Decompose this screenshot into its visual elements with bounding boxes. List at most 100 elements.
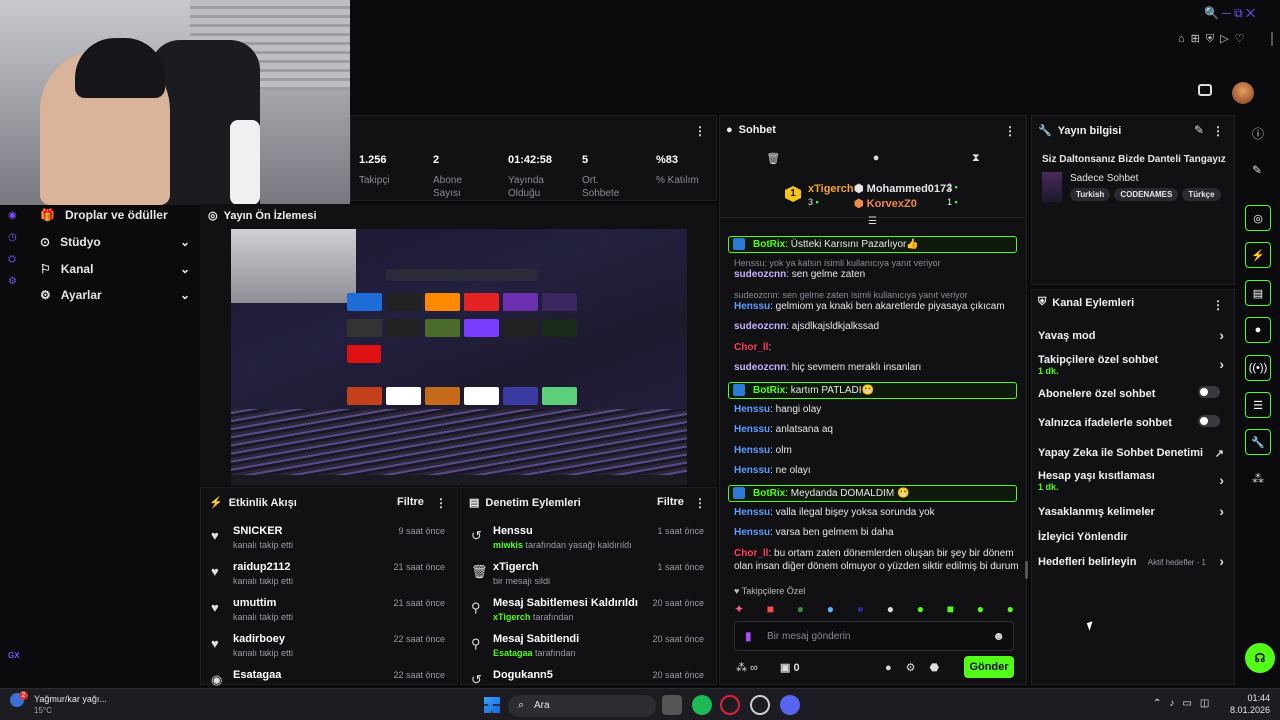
channel-action-item[interactable]: Yasaklanmış kelimeler › [1038,503,1228,519]
chat-username[interactable]: Henssu [734,404,770,415]
chest-counter[interactable]: ▣ 0 [780,661,800,674]
help-button[interactable]: ☊ [1245,643,1275,673]
opera-gx-icon[interactable] [720,695,740,715]
chat-bubble-icon[interactable]: ● [873,152,880,172]
edit-icon[interactable]: ✎ [1194,123,1204,137]
task-view-icon[interactable] [662,695,682,715]
list-rail-button[interactable]: ☰ [1245,392,1271,418]
chat-message[interactable]: Chor_ll: [734,341,1024,354]
trash-icon[interactable]: 🗑 [766,152,780,172]
hourglass-icon[interactable]: ⧗ [972,152,980,172]
chat-username[interactable]: BotRix [753,385,785,396]
chat-actions-icons[interactable]: ●⚙⬣ [885,661,953,674]
doc-rail-button[interactable]: ▤ [1245,280,1271,306]
filter-button[interactable]: Filtre [397,496,424,508]
toggle-switch[interactable] [1198,415,1220,427]
chat-message[interactable]: Henssu: anlatsana aq [734,423,1024,436]
nav-item-settings[interactable]: ⚙ Ayarlar ⌄ [40,285,190,305]
clock-time[interactable]: 01:44 [1240,693,1270,703]
chat-rail-button[interactable]: ● [1245,317,1271,343]
system-tray[interactable]: ⌃♪▭◫ [1153,698,1217,709]
filter-button[interactable]: Filtre [657,496,684,508]
chat-username[interactable]: BotRix [753,239,785,250]
bot-message[interactable]: BotRix: Üstteki Karısını Pazarlıyor👍 [728,236,1017,253]
filter-lines-icon[interactable]: ☰ [868,216,877,227]
event-item[interactable]: ♥ kadirboey kanalı takip etti 22 saat önce [201,630,457,666]
nav-item-channel[interactable]: ⚐ Kanal ⌄ [40,259,190,279]
chat-input[interactable]: ▮ Bir mesaj gönderin ☻ [734,621,1014,651]
chat-message[interactable]: sudeozcnn: sen gelme zaten [734,268,1024,281]
more-icon[interactable]: ⋮ [435,496,447,510]
chat-message[interactable]: sudeozcnn: ajsdlkajsldkjalkssad [734,320,1024,333]
stream-category[interactable]: Sadece Sohbet [1070,173,1138,184]
nav-item-studio[interactable]: ⊙ Stüdyo ⌄ [40,232,190,252]
mic-icon[interactable]: ▮ [745,629,752,643]
chat-username[interactable]: Henssu [734,301,770,312]
moderation-item[interactable]: ⚲ Mesaj Sabitlendi Esatagaa tarafından 20 s… [461,630,716,666]
tag[interactable]: CODENAMES [1114,188,1179,201]
moderation-item[interactable]: ⚲ Mesaj Sabitlemesi Kaldırıldı xTigerch ta… [461,594,716,630]
bolt-rail-button[interactable]: ⚡ [1245,242,1271,268]
chat-message[interactable]: Henssu: ne olayı [734,464,1024,477]
channel-action-item[interactable]: Takipçilere özel sohbet 1 dk. › [1038,354,1228,376]
chat-message[interactable]: Henssu: varsa ben gelmem bi daha [734,526,1024,539]
chat-message[interactable]: Henssu: valla ilegal bişey yoksa sorunda… [734,506,1024,519]
window-controls[interactable]: 🔍 ─ ⧉ ✕ [1204,6,1255,21]
channel-action-item[interactable]: Hesap yaşı kısıtlaması 1 dk. › [1038,470,1228,492]
top-chatter-2[interactable]: ⬢ Mohammed0173 [854,182,952,195]
sidebar-mini-icons[interactable]: ◉ ◷ ⛭ ⚙ [8,205,17,293]
chat-username[interactable]: Chor_ll [734,342,768,353]
event-item[interactable]: ♥ umuttim kanalı takip etti 21 saat önce [201,594,457,630]
chat-username[interactable]: BotRix [753,488,785,499]
tag[interactable]: Turkish [1070,188,1111,201]
chat-message[interactable]: Henssu: hangi olay [734,403,1024,416]
discord-icon[interactable] [780,695,800,715]
steam-icon[interactable] [750,695,770,715]
windows-start-icon[interactable] [484,697,500,713]
browser-toolbar-icons[interactable]: ⌂⊞⛨▷♡ [1178,32,1250,46]
chat-message[interactable]: sudeozcnn: hiç sevmem meraklı insanları [734,361,1024,374]
chat-scrollbar[interactable] [1025,561,1028,579]
more-icon[interactable]: ⋮ [1212,124,1224,138]
chat-username[interactable]: sudeozcnn [734,321,786,332]
more-icon[interactable]: ⋮ [1004,124,1016,138]
info-icon[interactable]: ⓘ [1252,125,1264,142]
bot-message[interactable]: BotRix: Meydanda DOMALDIM 😬 [728,484,1017,502]
chat-message[interactable]: Henssu: olm [734,444,1024,457]
chat-username[interactable]: Henssu [734,527,770,538]
event-item[interactable]: ♥ raidup2112 kanalı takip etti 21 saat önce [201,558,457,594]
top-chatter-3[interactable]: ⬢ KorvexZ0 [854,197,917,210]
top-chatter-1[interactable]: xTigerch [808,183,854,195]
chat-username[interactable]: sudeozcnn [734,269,786,280]
more-icon[interactable]: ⋮ [694,496,706,510]
chat-username[interactable]: Henssu [734,445,770,456]
toggle-switch[interactable] [1198,386,1220,398]
channel-action-item[interactable]: İzleyici Yönlendir [1038,531,1228,543]
infinity-icon[interactable]: ⁂ ∞ [736,661,758,674]
camera-rail-button[interactable]: ◎ [1245,205,1271,231]
chat-username[interactable]: Chor_ll [734,548,768,559]
channel-action-item[interactable]: Abonelere özel sohbet [1038,386,1228,400]
avatar[interactable] [1232,82,1254,104]
channel-action-item[interactable]: Hedefleri belirleyin Aktif hedefler - 1 › [1038,553,1228,569]
ticket-icon[interactable] [1198,84,1212,96]
channel-action-item[interactable]: Yapay Zeka ile Sohbet Denetimi ↗ [1038,447,1228,460]
spotify-icon[interactable] [692,695,712,715]
chat-message[interactable]: Chor_ll: bu ortam zaten dönemlerden oluş… [734,547,1024,573]
chat-username[interactable]: sudeozcnn [734,362,786,373]
emoji-icon[interactable]: ☻ [992,629,1005,643]
send-button[interactable]: Gönder [964,656,1014,678]
channel-action-item[interactable]: Yavaş mod › [1038,327,1228,343]
more-icon[interactable]: ⋮ [1212,298,1224,312]
moderation-item[interactable]: ↺ Henssu miwkis tarafından yasağı kaldırıl… [461,522,716,558]
event-item[interactable]: ♥ SNICKER kanalı takip etti 9 saat önce [201,522,457,558]
clock-date[interactable]: 8.01.2026 [1226,705,1270,715]
nav-item-drops[interactable]: 🎁 Droplar ve ödüller [40,205,190,225]
chat-message[interactable]: Henssu: gelmiom ya knaki ben akaretlerde… [734,300,1024,313]
preview-screen[interactable] [231,229,687,485]
moderation-item[interactable]: 🗑 xTigerch bir mesajı sildi 1 saat önce [461,558,716,594]
pencil-icon[interactable]: ✎ [1252,163,1262,177]
weather-text[interactable]: Yağmur/kar yağı... [34,694,107,704]
emote-bar[interactable]: ✦ ■ ● ● ● ● ● ■ ● ● [734,602,1014,618]
channel-action-item[interactable]: Yalnızca ifadelerle sohbet [1038,415,1228,429]
